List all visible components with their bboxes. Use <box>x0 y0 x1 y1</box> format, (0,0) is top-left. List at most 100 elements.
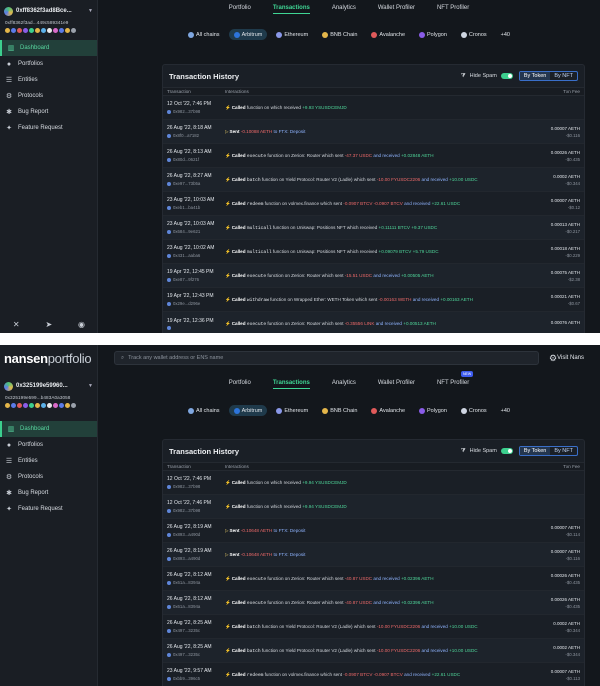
chain-polygon[interactable]: Polygon <box>414 405 452 416</box>
hash-text[interactable]: 0x893...a490d <box>173 556 200 561</box>
transaction-hash[interactable]: 0x497...3235c <box>167 652 225 657</box>
twitter-icon[interactable]: ✕ <box>13 320 20 329</box>
transaction-hash[interactable]: 0x893...a490d <box>167 532 225 537</box>
sidebar-item-bug-report[interactable]: ✱ Bug Report <box>0 104 97 120</box>
chain-all[interactable]: All chains <box>183 405 225 416</box>
settings-gear-icon[interactable]: ⚙ <box>549 353 557 364</box>
table-row[interactable]: 23 Aug '22, 10:03 AM 0x684...9e621 ⚡Called… <box>163 216 584 240</box>
chain-all[interactable]: All chains <box>183 29 225 40</box>
transaction-hash[interactable]: 0xe97...73b5a <box>167 181 225 186</box>
by-nft-button[interactable]: By NFT <box>550 447 577 455</box>
table-row[interactable]: 19 Apr '22, 12:45 PM 0xe87...9f276 ⚡Called… <box>163 264 584 288</box>
interaction-target[interactable]: to FTX: Deposit <box>274 129 306 134</box>
transaction-hash[interactable]: 0xbb9...396c5 <box>167 676 225 681</box>
table-row[interactable]: 26 Aug '22, 8:19 AM 0x893...a490d ▷Sent -0… <box>163 519 584 543</box>
hide-spam-toggle[interactable] <box>500 448 513 454</box>
tab-transactions[interactable]: Transactions <box>272 3 310 14</box>
tab-wallet-profiler[interactable]: Wallet Profiler <box>378 378 415 389</box>
chain-cronos[interactable]: Cronos <box>456 405 492 416</box>
hash-text[interactable]: 0x893...a490d <box>173 532 200 537</box>
tab-wallet-profiler[interactable]: Wallet Profiler <box>378 3 415 14</box>
table-row[interactable]: 26 Aug '22, 8:13 AM 0x80d...0621f ⚡Called … <box>163 144 584 168</box>
transaction-hash[interactable]: 0x982...37b98 <box>167 484 225 489</box>
hash-text[interactable]: 0x684...9e621 <box>173 229 200 234</box>
hash-text[interactable]: 0xe97...73b5a <box>173 181 200 186</box>
chain-avalanche[interactable]: Avalanche <box>366 29 410 40</box>
search-input[interactable]: ⌕ Track any wallet address or ENS name <box>114 351 540 365</box>
sidebar-item-bug-report[interactable]: ✱ Bug Report <box>0 485 97 501</box>
chain-ethereum[interactable]: Ethereum <box>271 29 313 40</box>
hash-text[interactable]: 0x29e...d296e <box>173 301 200 306</box>
hash-text[interactable]: 0x80d...0621f <box>173 157 199 162</box>
chain-bnb[interactable]: BNB Chain <box>317 29 362 40</box>
tab-portfolio[interactable]: Portfolio <box>229 3 251 14</box>
chain-more[interactable]: +40 <box>496 405 515 416</box>
chain-arbitrum[interactable]: Arbitrum <box>228 29 268 40</box>
table-row[interactable]: 26 Aug '22, 8:12 AM 0x61a...8394a ⚡Called … <box>163 567 584 591</box>
interaction-target[interactable]: and received <box>422 648 448 653</box>
table-row[interactable]: 23 Aug '22, 10:03 AM 0xeb1...ba41b ⚡Called… <box>163 192 584 216</box>
chain-bnb[interactable]: BNB Chain <box>317 405 362 416</box>
by-token-button[interactable]: By Token <box>519 447 551 455</box>
chain-avalanche[interactable]: Avalanche <box>366 405 410 416</box>
table-row[interactable]: 26 Aug '22, 8:25 AM 0x497...3235c ⚡Called … <box>163 615 584 639</box>
tab-analytics[interactable]: Analytics <box>332 3 356 14</box>
transaction-hash[interactable]: 0x497...3235c <box>167 628 225 633</box>
transaction-hash[interactable]: 0x61a...8394a <box>167 604 225 609</box>
interaction-target[interactable]: to FTX: Deposit <box>274 528 306 533</box>
sidebar-item-portfolios[interactable]: ● Portfolios <box>0 56 97 72</box>
hash-text[interactable]: 0xeb1...ba41b <box>173 205 200 210</box>
sidebar-item-feature-request[interactable]: ✦ Feature Request <box>0 120 97 136</box>
transaction-hash[interactable]: 0x431...aaba6 <box>167 253 225 258</box>
tab-transactions[interactable]: Transactions <box>272 378 310 389</box>
table-row[interactable]: 26 Aug '22, 8:18 AM 0x8f0...a7182 ▷Sent -0… <box>163 120 584 144</box>
interaction-target[interactable]: and received <box>422 624 448 629</box>
transaction-hash[interactable]: 0xe87...9f276 <box>167 277 225 282</box>
tab-nft-profiler[interactable]: NFT Profiler <box>437 3 469 14</box>
transaction-hash[interactable]: 0x893...a490d <box>167 556 225 561</box>
transaction-hash[interactable]: 0x61a...8394a <box>167 580 225 585</box>
table-row[interactable]: 26 Aug '22, 8:19 AM 0x893...a490d ▷Sent -0… <box>163 543 584 567</box>
transaction-hash[interactable] <box>167 325 225 330</box>
table-row[interactable]: 23 Aug '22, 9:57 AM 0xbb9...396c5 ⚡Called … <box>163 663 584 686</box>
transaction-hash[interactable]: 0x8f0...a7182 <box>167 133 225 138</box>
wallet-selector[interactable]: 0x325199e59960... ▼ <box>0 378 97 394</box>
by-nft-button[interactable]: By NFT <box>550 72 577 80</box>
interaction-target[interactable]: and received <box>373 576 399 581</box>
transaction-hash[interactable]: 0x982...37b98 <box>167 109 225 114</box>
hash-text[interactable]: 0x982...37b98 <box>173 484 200 489</box>
transaction-hash[interactable]: 0x684...9e621 <box>167 229 225 234</box>
discord-icon[interactable]: ◉ <box>78 320 85 329</box>
by-token-button[interactable]: By Token <box>519 72 551 80</box>
chain-polygon[interactable]: Polygon <box>414 29 452 40</box>
interaction-target[interactable]: and received <box>373 273 399 278</box>
table-row[interactable]: 19 Apr '22, 12:43 PM 0x29e...d296e ⚡Called… <box>163 288 584 312</box>
sidebar-item-entities[interactable]: ☰ Entities <box>0 72 97 88</box>
tab-nft-profiler[interactable]: NFT Profiler NEW <box>437 371 474 389</box>
hash-text[interactable]: 0xe87...9f276 <box>173 277 199 282</box>
tab-analytics[interactable]: Analytics <box>332 378 356 389</box>
interaction-target[interactable]: and received <box>422 177 448 182</box>
hash-text[interactable]: 0xbb9...396c5 <box>173 676 200 681</box>
interaction-target[interactable]: and received <box>404 672 430 677</box>
sidebar-item-dashboard[interactable]: ▥ Dashboard <box>0 40 97 56</box>
tab-portfolio[interactable]: Portfolio <box>229 378 251 389</box>
transaction-hash[interactable]: 0x80d...0621f <box>167 157 225 162</box>
hash-text[interactable]: 0x497...3235c <box>173 652 200 657</box>
sidebar-item-protocols[interactable]: ⚙ Protocols <box>0 469 97 485</box>
chain-more[interactable]: +40 <box>496 29 515 40</box>
hide-spam-toggle[interactable] <box>500 73 513 79</box>
interaction-target[interactable]: and received <box>373 600 399 605</box>
wallet-selector[interactable]: 0xff8362f3ad8Bce... ▼ <box>0 3 97 19</box>
table-row[interactable]: 23 Aug '22, 10:02 AM 0x431...aaba6 ⚡Called… <box>163 240 584 264</box>
table-row[interactable]: 26 Aug '22, 8:27 AM 0xe97...73b5a ⚡Called … <box>163 168 584 192</box>
transaction-hash[interactable]: 0xeb1...ba41b <box>167 205 225 210</box>
chain-cronos[interactable]: Cronos <box>456 29 492 40</box>
table-row[interactable]: 12 Oct '22, 7:46 PM 0x982...37b98 ⚡Called … <box>163 96 584 120</box>
table-row[interactable]: 19 Apr '22, 12:36 PM ⚡Called execute func… <box>163 312 584 333</box>
sidebar-item-feature-request[interactable]: ✦ Feature Request <box>0 501 97 517</box>
interaction-target[interactable]: and received <box>404 201 430 206</box>
hash-text[interactable]: 0x431...aaba6 <box>173 253 200 258</box>
hash-text[interactable]: 0x61a...8394a <box>173 580 200 585</box>
table-row[interactable]: 12 Oct '22, 7:46 PM 0x982...37b98 ⚡Called … <box>163 471 584 495</box>
